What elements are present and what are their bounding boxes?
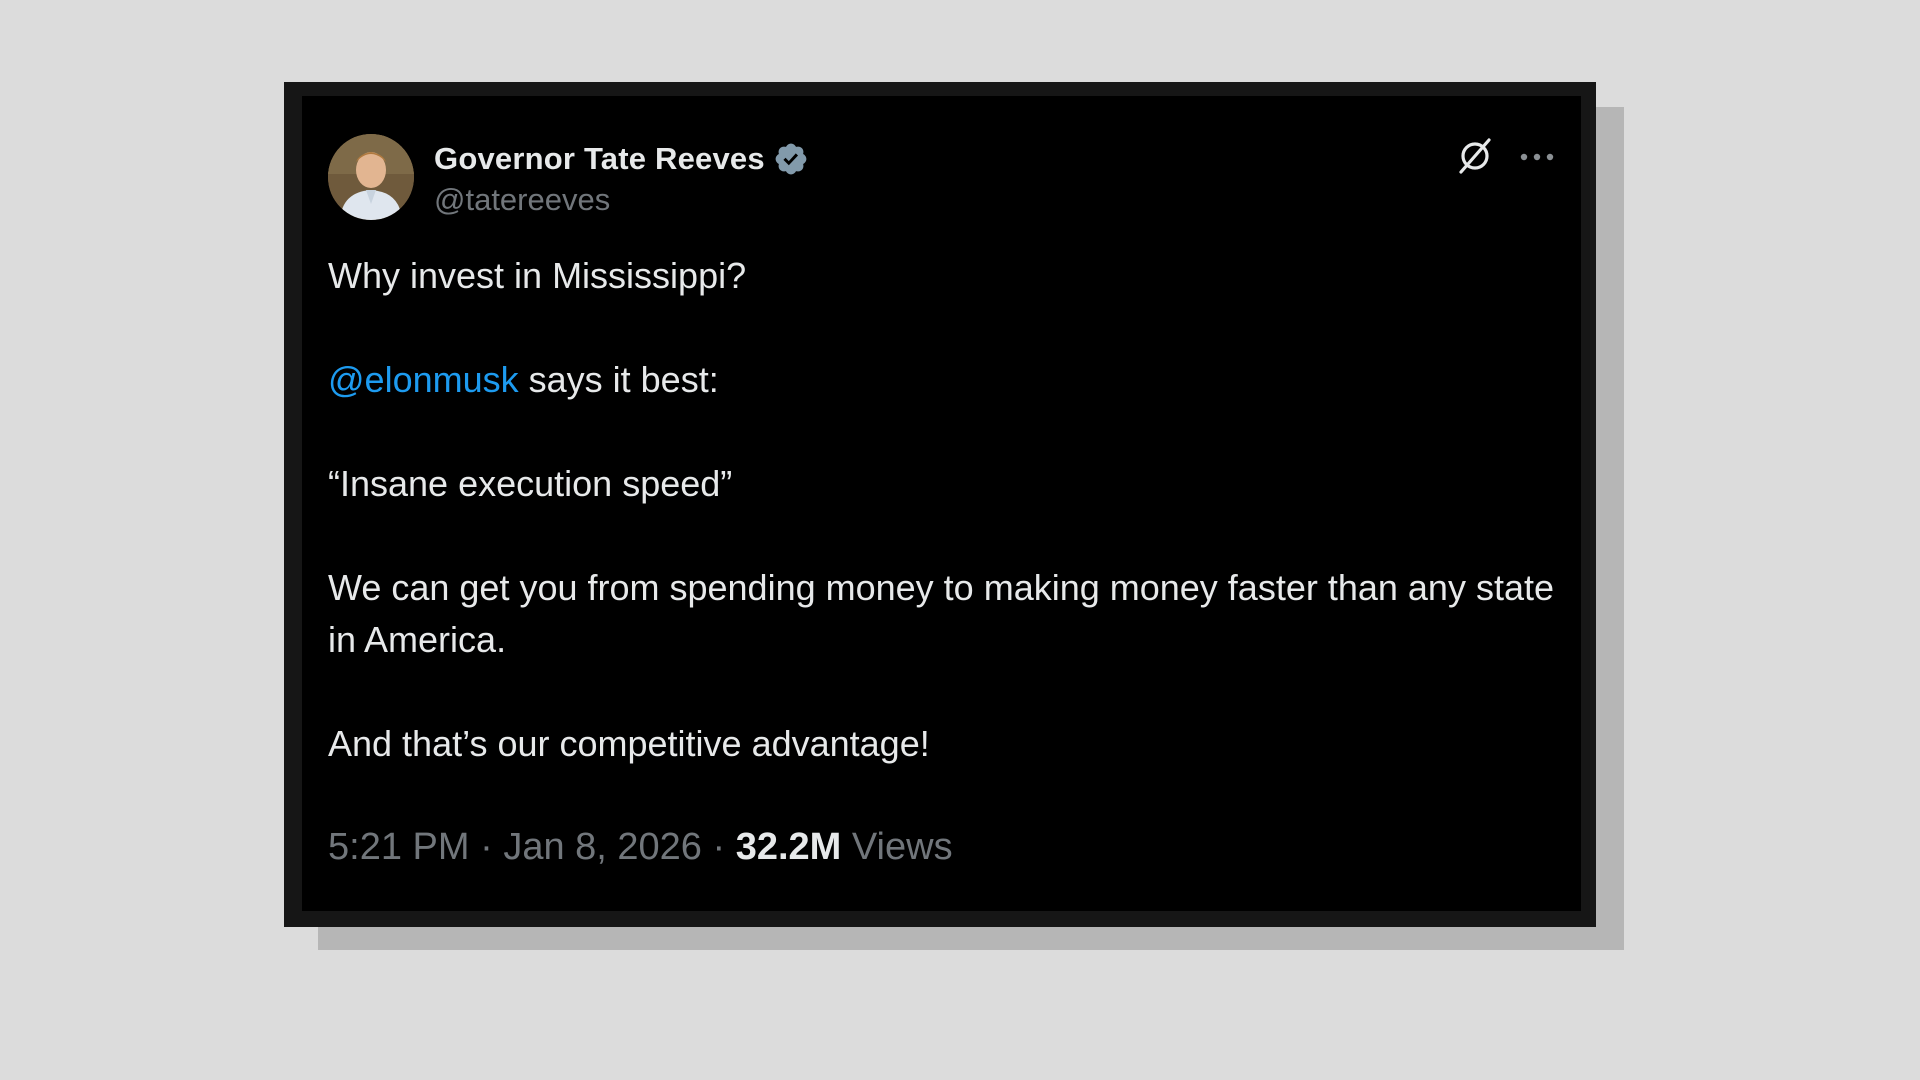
author-display-name[interactable]: Governor Tate Reeves [434, 141, 765, 177]
verified-badge-icon[interactable] [773, 141, 809, 177]
tweet-line-text: says it best: [518, 359, 719, 400]
more-icon[interactable] [1519, 150, 1555, 162]
avatar[interactable] [328, 134, 414, 220]
tweet-line: “Insane execution speed” [328, 463, 733, 504]
author-identity: Governor Tate Reeves @tatereeves [434, 138, 809, 218]
grok-icon[interactable] [1455, 136, 1495, 176]
views-label: Views [841, 826, 953, 868]
tweet-text: Why invest in Mississippi? @elonmusk say… [328, 250, 1558, 770]
tweet-line: We can get you from spending money to ma… [328, 567, 1555, 660]
views-count[interactable]: 32.2M [736, 826, 842, 868]
tweet-time[interactable]: 5:21 PM [328, 826, 470, 868]
meta-separator: · [469, 826, 504, 868]
tweet-line: And that’s our competitive advantage! [328, 723, 930, 764]
tweet-card: Governor Tate Reeves @tatereeves Why inv… [302, 96, 1581, 911]
name-row: Governor Tate Reeves [434, 138, 809, 180]
tweet-actions [1455, 134, 1555, 178]
screenshot-stage: Governor Tate Reeves @tatereeves Why inv… [0, 0, 1920, 1080]
tweet-meta: 5:21 PM · Jan 8, 2026 · 32.2M Views [328, 826, 953, 869]
tweet-header: Governor Tate Reeves @tatereeves [328, 134, 1555, 224]
mention-link[interactable]: @elonmusk [328, 359, 519, 400]
tweet-date[interactable]: Jan 8, 2026 [503, 826, 702, 868]
meta-separator: · [701, 826, 736, 868]
author-handle[interactable]: @tatereeves [434, 182, 809, 218]
tweet-line: @elonmusk says it best: [328, 354, 1558, 406]
tweet-line: Why invest in Mississippi? [328, 255, 747, 296]
